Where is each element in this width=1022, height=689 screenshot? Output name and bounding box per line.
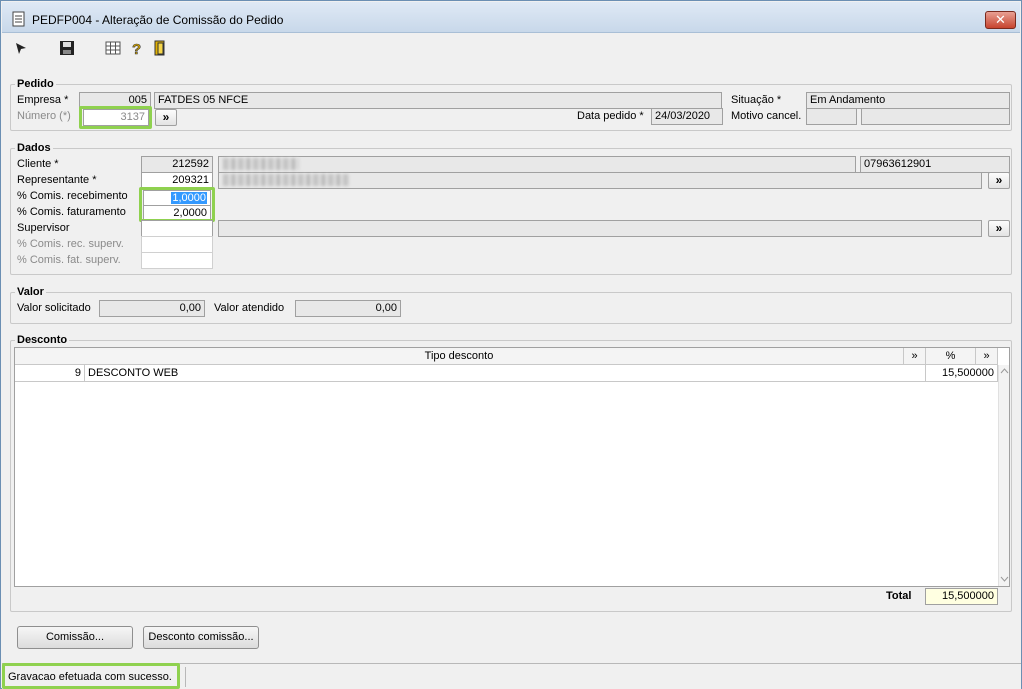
grid-scrollbar[interactable]	[998, 365, 1009, 586]
desconto-legend: Desconto	[15, 334, 70, 346]
supervisor-name-field[interactable]	[218, 220, 982, 237]
cliente-label: Cliente *	[17, 158, 59, 170]
status-divider	[185, 667, 186, 687]
desconto-grid: Tipo desconto » % » 9 DESCONTO WEB 15,50…	[14, 347, 1010, 587]
total-field: 15,500000	[925, 588, 998, 605]
save-icon[interactable]	[59, 40, 75, 56]
desconto-comissao-button[interactable]: Desconto comissão...	[143, 626, 259, 649]
comis-fat-superv-label: % Comis. fat. superv.	[17, 254, 121, 266]
comis-receb-label: % Comis. recebimento	[17, 190, 128, 202]
help-icon[interactable]: ?	[129, 40, 145, 56]
calculator-icon[interactable]	[105, 40, 121, 56]
scroll-up-icon[interactable]	[1000, 367, 1009, 375]
row-1-pct[interactable]: 15,500000	[926, 365, 998, 382]
motivo-cancel-code-field[interactable]	[806, 108, 857, 125]
comis-fat-superv-field[interactable]	[141, 252, 213, 269]
supervisor-label: Supervisor	[17, 222, 70, 234]
exit-icon[interactable]	[152, 40, 168, 56]
close-button[interactable]: ✕	[985, 11, 1016, 29]
empresa-name-field[interactable]: FATDES 05 NFCE	[154, 92, 722, 109]
svg-text:?: ?	[132, 41, 141, 56]
cursor-icon[interactable]	[13, 40, 29, 56]
col-pct-lookup-button[interactable]: »	[976, 348, 998, 365]
cliente-name-field[interactable]	[218, 156, 856, 173]
row-1-code[interactable]: 9	[15, 365, 85, 382]
representante-label: Representante *	[17, 174, 97, 186]
valor-solicitado-field[interactable]: 0,00	[99, 300, 205, 317]
row-1-description[interactable]: DESCONTO WEB	[85, 365, 926, 382]
motivo-cancel-label: Motivo cancel.	[731, 110, 802, 122]
window-title: PEDFP004 - Alteração de Comissão do Pedi…	[32, 13, 284, 27]
empresa-label: Empresa *	[17, 94, 69, 106]
document-icon	[12, 11, 25, 27]
numero-highlight	[79, 106, 152, 129]
valor-atendido-field[interactable]: 0,00	[295, 300, 401, 317]
numero-label: Número (*)	[17, 110, 71, 122]
representante-lookup-button[interactable]: »	[988, 172, 1010, 189]
valor-atendido-label: Valor atendido	[214, 302, 285, 314]
total-label: Total	[886, 590, 912, 602]
scroll-down-icon[interactable]	[1000, 575, 1009, 583]
situacao-field[interactable]: Em Andamento	[806, 92, 1010, 109]
cliente-doc-field[interactable]: 07963612901	[860, 156, 1010, 173]
comis-fat-label: % Comis. faturamento	[17, 206, 126, 218]
comis-rec-superv-label: % Comis. rec. superv.	[17, 238, 124, 250]
col-tipo-desconto-header[interactable]: Tipo desconto	[15, 348, 904, 365]
toolbar: ?	[2, 34, 1020, 62]
status-highlight	[2, 663, 180, 689]
col-tipo-lookup-button[interactable]: »	[904, 348, 926, 365]
motivo-cancel-desc-field[interactable]	[861, 108, 1010, 125]
col-pct-header[interactable]: %	[926, 348, 976, 365]
data-pedido-field[interactable]: 24/03/2020	[651, 108, 723, 125]
redacted-cliente-name	[223, 158, 299, 170]
numero-lookup-button[interactable]: »	[155, 109, 177, 126]
valor-solicitado-label: Valor solicitado	[17, 302, 91, 314]
comis-rec-superv-field[interactable]	[141, 236, 213, 253]
supervisor-code-field[interactable]	[141, 220, 213, 237]
supervisor-lookup-button[interactable]: »	[988, 220, 1010, 237]
comissao-button[interactable]: Comissão...	[17, 626, 133, 649]
pedido-legend: Pedido	[15, 78, 56, 90]
cliente-code-field[interactable]: 212592	[141, 156, 213, 173]
valor-legend: Valor	[15, 286, 46, 298]
data-pedido-label: Data pedido *	[577, 110, 644, 122]
dados-legend: Dados	[15, 142, 53, 154]
dialog-window: PEDFP004 - Alteração de Comissão do Pedi…	[0, 0, 1022, 689]
title-bar: PEDFP004 - Alteração de Comissão do Pedi…	[2, 2, 1020, 33]
situacao-label: Situação *	[731, 94, 782, 106]
comis-highlight	[139, 187, 215, 222]
redacted-representante-name	[223, 174, 349, 186]
